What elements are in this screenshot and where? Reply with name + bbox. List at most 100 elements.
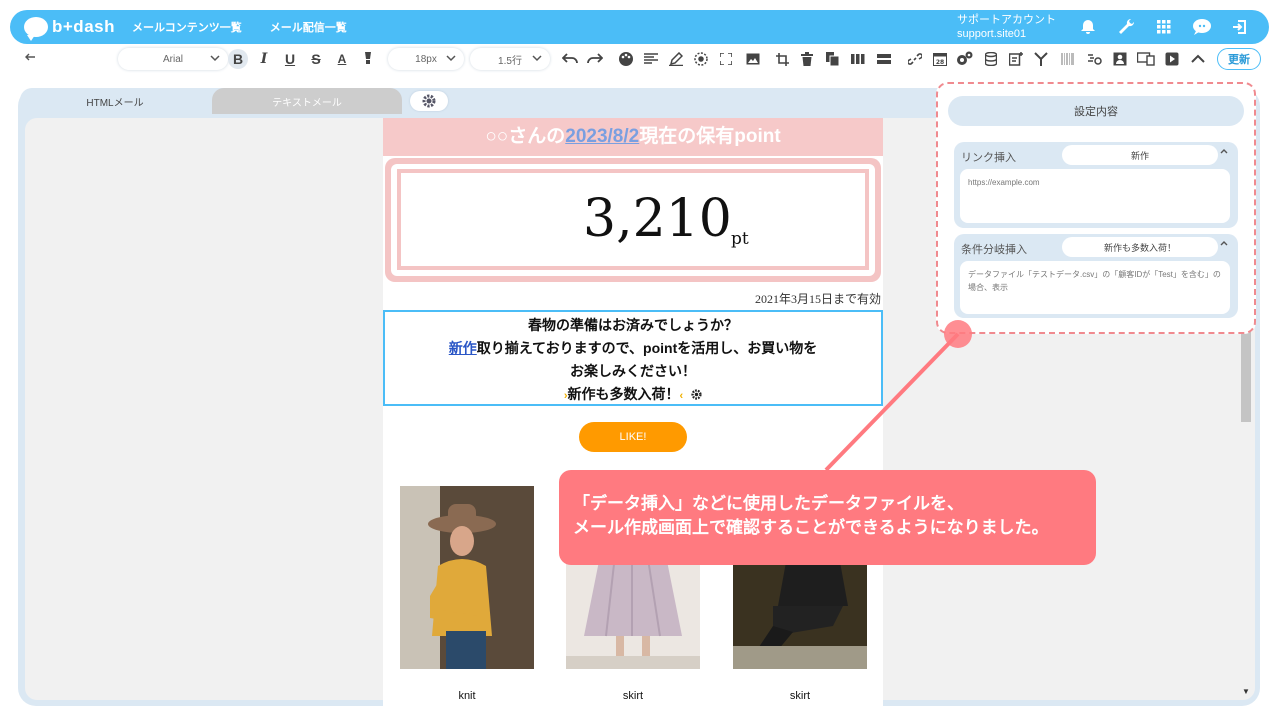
chevron-up-icon[interactable] <box>1188 49 1208 69</box>
condition-description: データファイル「テストデータ.csv」の「顧客IDが「Test」を含む」の場合、… <box>960 261 1230 314</box>
barcode-icon[interactable] <box>1058 49 1078 69</box>
settings-panel: 設定内容 リンク挿入 新作 https://example.com 条件分岐挿入… <box>936 82 1256 334</box>
product-label-knit: knit <box>458 690 476 702</box>
message-line-3: お楽しみください！ <box>570 363 696 379</box>
bold-button[interactable]: B <box>228 49 248 69</box>
link-insert-section: リンク挿入 新作 https://example.com <box>954 142 1238 228</box>
top-header: b+dash メールコンテンツ一覧 メール配信一覧 サポートアカウント supp… <box>10 10 1269 44</box>
condition-end-marker-icon: ‹ <box>679 390 684 402</box>
tab-settings-button[interactable] <box>410 91 448 111</box>
update-button[interactable]: 更新 <box>1217 48 1261 70</box>
chevron-down-icon <box>446 55 456 62</box>
message-line-2-rest: 取り揃えておりますので、pointを活用し、お買い物を <box>476 340 818 356</box>
gear-icon[interactable] <box>691 389 702 400</box>
contact-card-icon[interactable] <box>1110 49 1130 69</box>
highlight-icon[interactable] <box>358 49 378 69</box>
strikethrough-button[interactable]: S <box>306 49 326 69</box>
new-arrivals-link[interactable]: 新作 <box>449 340 477 356</box>
trash-icon[interactable] <box>797 49 817 69</box>
condition-insert-section: 条件分岐挿入 新作も多数入荷！ データファイル「テストデータ.csv」の「顧客I… <box>954 234 1238 318</box>
email-headline[interactable]: ○○さんの2023/8/2現在の保有point <box>383 118 883 156</box>
logout-icon[interactable] <box>1228 15 1252 39</box>
valid-until-text: 2021年3月15日まで有効 <box>754 292 881 306</box>
pen-icon[interactable] <box>666 49 686 69</box>
gears-icon[interactable] <box>955 49 975 69</box>
device-preview-icon[interactable] <box>1136 49 1156 69</box>
copy-icon[interactable] <box>822 49 842 69</box>
image-icon[interactable] <box>743 49 763 69</box>
rows-icon[interactable] <box>874 49 894 69</box>
line-height-value: 1.5行 <box>498 55 522 67</box>
target-icon[interactable] <box>691 49 711 69</box>
message-line-2: 新作取り揃えておりますので、pointを活用し、お買い物を <box>385 337 881 360</box>
branch-icon[interactable] <box>1031 49 1051 69</box>
palette-icon[interactable] <box>616 49 636 69</box>
link-insert-value[interactable]: 新作 <box>1062 145 1218 165</box>
line-height-select[interactable]: 1.5行 <box>470 48 550 70</box>
callout-line-1: 「データ挿入」などに使用したデータファイルを、 <box>573 494 964 513</box>
note-add-icon[interactable] <box>1006 49 1026 69</box>
point-value: 3,210 <box>583 189 732 249</box>
logo-bubble-icon <box>24 17 48 41</box>
link-url-input[interactable]: https://example.com <box>960 169 1230 223</box>
message-line-1: 春物の準備はお済みでしょうか？ <box>528 317 738 333</box>
font-size-select[interactable]: 18px <box>388 48 464 70</box>
link-icon[interactable] <box>905 49 925 69</box>
account-label: サポートアカウント <box>957 14 1056 26</box>
align-icon[interactable] <box>641 49 661 69</box>
conditional-block[interactable]: ›新作も多数入荷！‹ <box>385 383 881 408</box>
italic-button[interactable]: I <box>254 49 274 69</box>
like-button[interactable]: LIKE! <box>579 422 687 452</box>
font-color-button[interactable]: A <box>332 49 352 69</box>
font-size-value: 18px <box>415 53 437 65</box>
wrench-icon[interactable] <box>1114 15 1138 39</box>
product-image-knit[interactable] <box>400 486 534 669</box>
condition-insert-value[interactable]: 新作も多数入荷！ <box>1062 237 1218 257</box>
nav-mail-contents[interactable]: メールコンテンツ一覧 <box>132 19 242 35</box>
product-label-skirt-1: skirt <box>622 690 644 702</box>
account-info[interactable]: サポートアカウント support.site01 <box>957 13 1056 41</box>
callout-line-2: メール作成画面上で確認することができるようになりました。 <box>573 518 1049 537</box>
logo[interactable]: b+dash <box>24 17 132 41</box>
headline-date: 2023/8/2 <box>565 126 640 147</box>
tab-html-mail[interactable]: HTMLメール <box>20 88 210 114</box>
font-family-value: Arial <box>162 53 183 65</box>
chevron-down-icon <box>532 55 542 62</box>
redo-icon[interactable] <box>585 49 605 69</box>
nav-mail-delivery[interactable]: メール配信一覧 <box>270 19 347 35</box>
link-settings-icon[interactable] <box>1084 49 1104 69</box>
account-site: support.site01 <box>957 28 1027 40</box>
scroll-down-arrow-icon[interactable]: ▼ <box>1242 687 1250 696</box>
product-label-skirt-2: skirt <box>789 690 811 702</box>
calendar-icon[interactable]: 28 <box>930 49 950 69</box>
chevron-down-icon <box>210 55 220 62</box>
point-box[interactable]: 3,210 pt <box>385 158 881 282</box>
svg-text:28: 28 <box>936 59 944 66</box>
grid-icon[interactable] <box>1152 15 1176 39</box>
scrollbar-thumb[interactable] <box>1241 332 1251 422</box>
support-chat-icon[interactable] <box>1190 15 1214 39</box>
tab-text-mail[interactable]: テキストメール <box>212 88 402 114</box>
message-block[interactable]: 春物の準備はお済みでしょうか？ 新作取り揃えておりますので、pointを活用し、… <box>383 310 883 406</box>
font-family-select[interactable]: Arial <box>118 48 228 70</box>
logo-text: b+dash <box>52 17 115 36</box>
back-arrow-icon[interactable] <box>24 50 36 68</box>
email-canvas[interactable]: ○○さんの2023/8/2現在の保有point 3,210 pt 2021年3月… <box>383 118 883 706</box>
panel-title[interactable]: 設定内容 <box>948 96 1244 126</box>
editor-toolbar: Arial B I U S A 18px 1.5行 28 更新 <box>10 44 1269 74</box>
database-icon[interactable] <box>981 49 1001 69</box>
condition-insert-label: 条件分岐挿入 <box>961 244 1027 256</box>
point-unit: pt <box>731 229 749 249</box>
headline-suffix: 現在の保有point <box>639 126 781 147</box>
undo-icon[interactable] <box>560 49 580 69</box>
fullscreen-icon[interactable] <box>716 49 736 69</box>
underline-button[interactable]: U <box>280 49 300 69</box>
video-icon[interactable] <box>1162 49 1182 69</box>
chevron-up-icon[interactable] <box>1220 148 1228 154</box>
bell-icon[interactable] <box>1076 15 1100 39</box>
callout-message: 「データ挿入」などに使用したデータファイルを、 メール作成画面上で確認することが… <box>559 470 1096 565</box>
columns-icon[interactable] <box>848 49 868 69</box>
chevron-up-icon[interactable] <box>1220 240 1228 246</box>
crop-icon[interactable] <box>772 49 792 69</box>
gear-icon <box>422 94 436 108</box>
